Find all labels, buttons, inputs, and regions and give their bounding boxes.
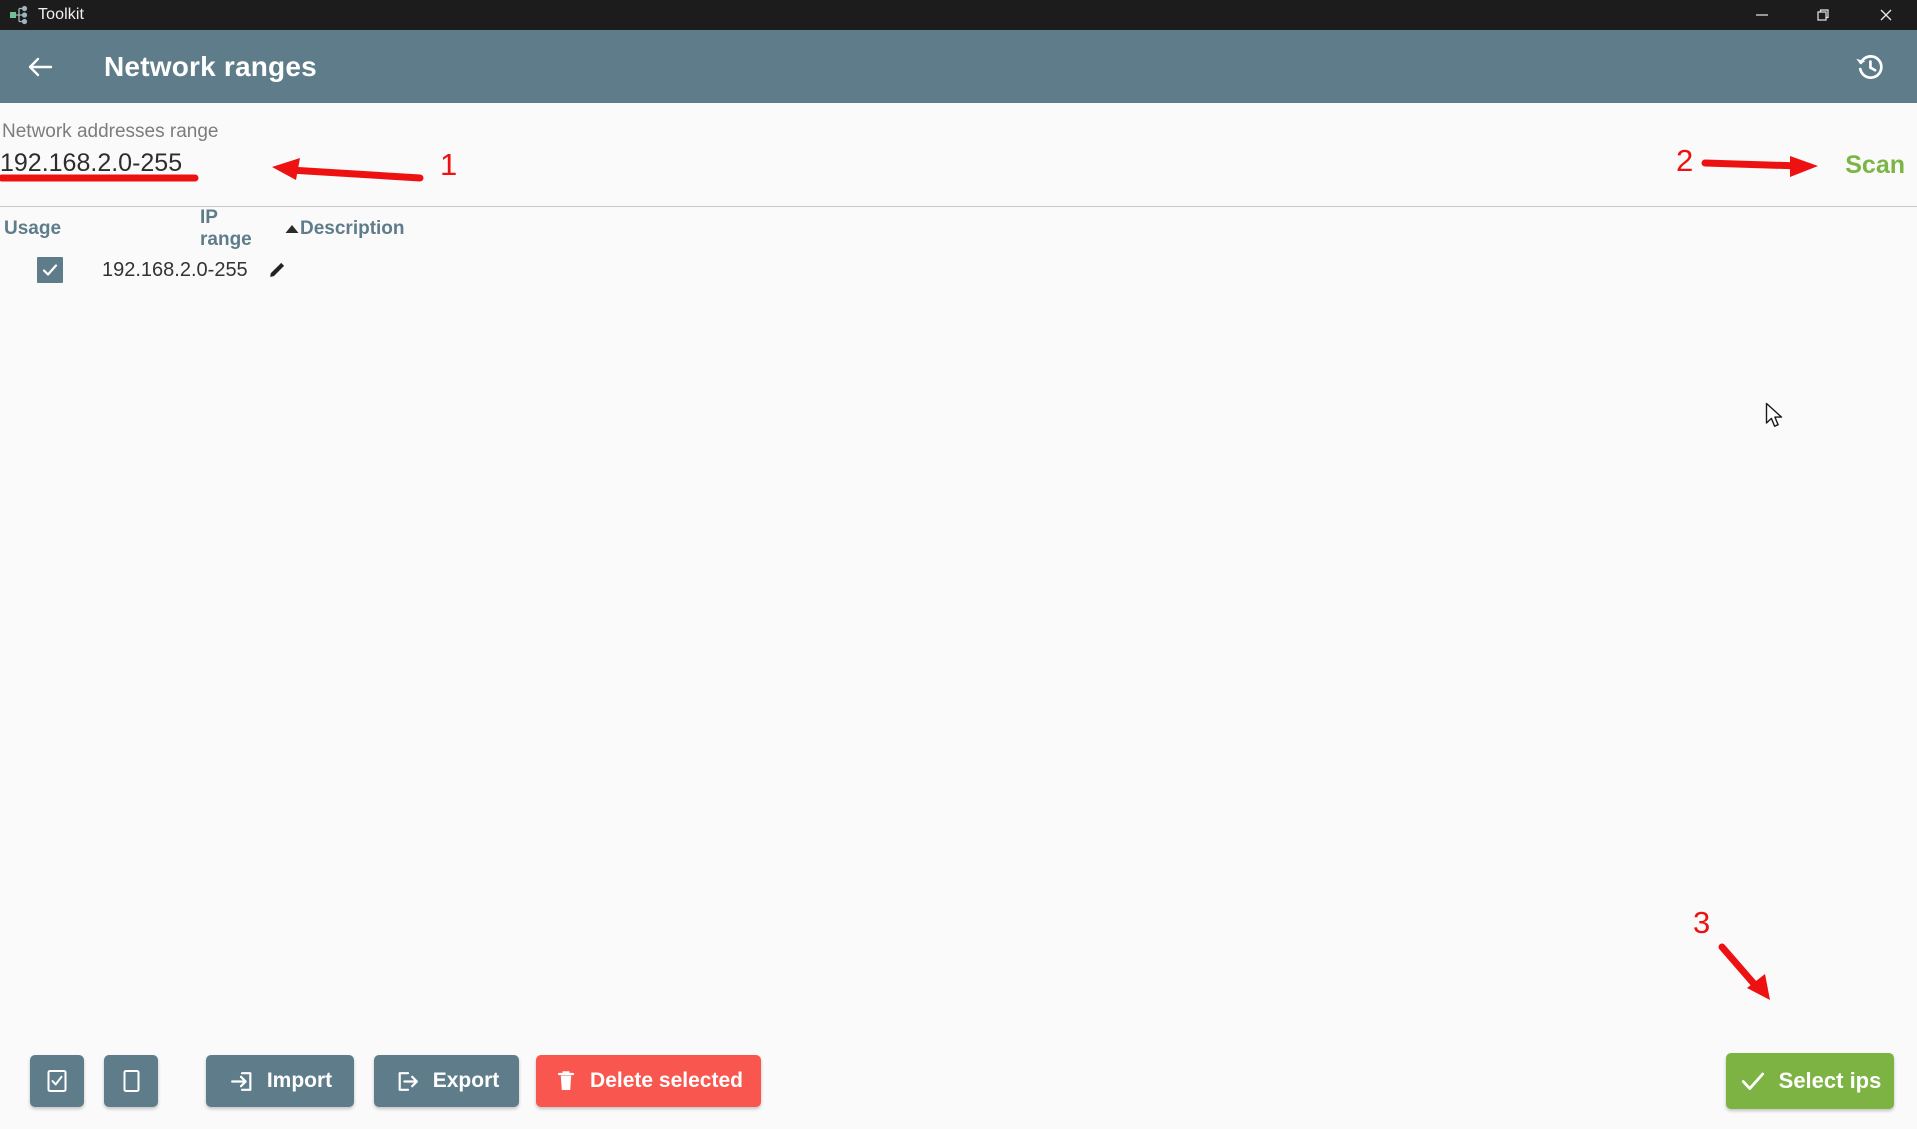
annotation-arrow-3	[1718, 943, 1770, 1000]
row-ip-range-value: 192.168.2.0-255	[102, 258, 248, 281]
export-button[interactable]: Export	[374, 1055, 519, 1107]
history-button[interactable]	[1845, 42, 1895, 92]
back-button[interactable]	[14, 41, 66, 93]
select-ips-button-label: Select ips	[1778, 1068, 1882, 1093]
window-titlebar: Toolkit	[0, 0, 1917, 30]
restore-icon[interactable]	[1793, 0, 1855, 30]
network-tree-icon	[4, 0, 34, 30]
annotation-number-3: 3	[1693, 905, 1711, 940]
network-range-label: Network addresses range	[2, 121, 219, 142]
close-icon[interactable]	[1855, 0, 1917, 30]
column-header-usage[interactable]: Usage	[0, 218, 100, 240]
column-header-ip-range[interactable]: IP range	[100, 207, 300, 251]
window-controls	[1731, 0, 1917, 30]
column-header-ip-range-label: IP range	[200, 207, 252, 250]
minimize-icon[interactable]	[1731, 0, 1793, 30]
table-header-row: Usage IP range Description	[0, 207, 1917, 250]
network-range-input-row: Network addresses range Scan	[0, 103, 1917, 207]
import-arrow-icon	[230, 1071, 252, 1091]
delete-selected-button[interactable]: Delete selected	[536, 1055, 761, 1107]
history-icon	[1856, 54, 1883, 79]
pencil-icon[interactable]	[266, 259, 288, 281]
check-icon	[42, 264, 58, 276]
row-usage-checkbox[interactable]	[37, 257, 63, 283]
select-all-button[interactable]	[30, 1055, 84, 1107]
row-usage-cell	[0, 257, 100, 283]
caret-up-icon	[284, 218, 300, 240]
export-button-label: Export	[432, 1069, 500, 1092]
delete-selected-button-label: Delete selected	[590, 1069, 743, 1092]
table-body: 192.168.2.0-255	[0, 247, 1917, 293]
bottom-toolbar: Import Export Delete selected Select ips	[0, 1033, 1917, 1129]
network-range-input[interactable]	[0, 149, 420, 178]
checkbox-empty-icon	[123, 1070, 140, 1092]
export-arrow-icon	[398, 1071, 418, 1091]
arrow-left-icon	[28, 57, 53, 76]
page-title: Network ranges	[104, 50, 317, 82]
app-title: Toolkit	[38, 6, 85, 23]
page-header: Network ranges	[0, 30, 1917, 103]
deselect-all-button[interactable]	[104, 1055, 158, 1107]
select-ips-button[interactable]: Select ips	[1726, 1053, 1894, 1109]
scan-button[interactable]: Scan	[1839, 151, 1911, 180]
mouse-cursor	[1765, 402, 1787, 437]
ip-ranges-table: Usage IP range Description 192.168.2.0-2…	[0, 207, 1917, 293]
row-ip-range-cell: 192.168.2.0-255	[100, 259, 320, 282]
checkbox-checked-icon	[47, 1070, 67, 1092]
check-icon	[1741, 1072, 1764, 1090]
import-button[interactable]: Import	[206, 1055, 354, 1107]
import-button-label: Import	[266, 1069, 333, 1092]
table-row[interactable]: 192.168.2.0-255	[0, 247, 1917, 293]
column-header-description[interactable]: Description	[300, 218, 405, 240]
trash-icon	[557, 1071, 575, 1090]
